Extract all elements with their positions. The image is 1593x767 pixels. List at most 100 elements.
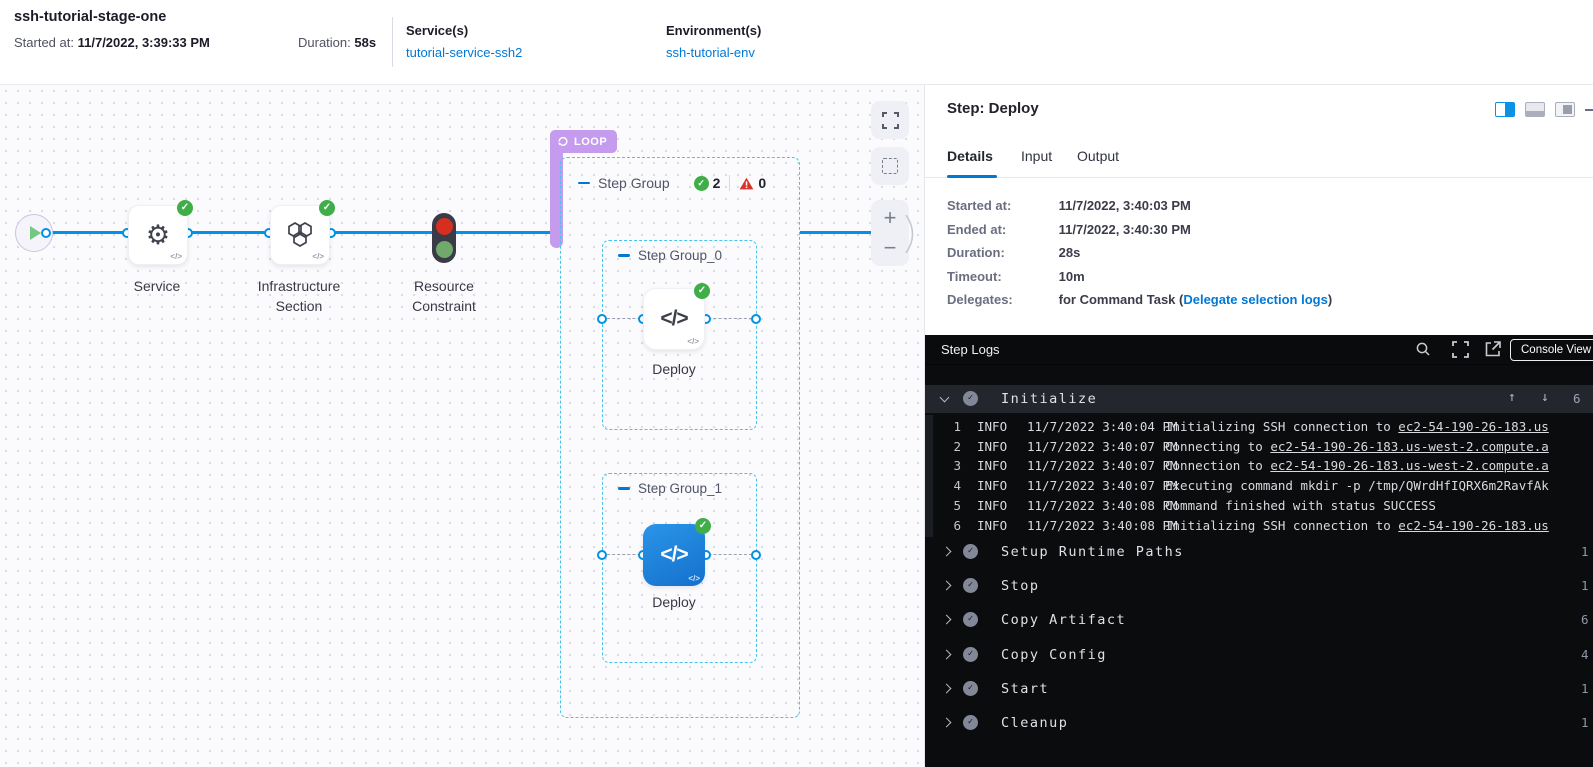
chevron-down-icon [940, 393, 950, 403]
delegate-selection-logs-link[interactable]: Delegate selection logs [1183, 292, 1328, 307]
edge-resource-stepgroup [456, 231, 552, 234]
log-line: 6 INFO 11/7/2022 3:40:08 PM Initializing… [925, 518, 1593, 538]
section-line-count: 1 [1581, 578, 1589, 593]
loop-label: LOOP [574, 136, 607, 148]
node-deploy-0[interactable]: </> </> ✓ [643, 288, 705, 350]
line-timestamp: 11/7/2022 3:40:07 PM [1027, 478, 1178, 493]
code-icon: </> [688, 574, 700, 583]
canvas-fullscreen-button[interactable] [871, 101, 909, 139]
host-link[interactable]: ec2-54-190-26-183.us [1398, 518, 1549, 533]
step-group-1-header[interactable]: Step Group_1 [618, 481, 722, 496]
detail-row: Started at: 11/7/2022, 3:40:03 PM [947, 198, 1191, 213]
log-section-initialize[interactable]: ✓ Initialize ↑ ↓ 6 [925, 385, 1593, 413]
node-infrastructure-label: Infrastructure Section [239, 277, 359, 316]
node-resource-constraint[interactable] [432, 213, 456, 263]
log-search-button[interactable] [1415, 341, 1431, 357]
collapse-icon[interactable] [578, 182, 590, 185]
log-expand-button[interactable] [1452, 341, 1469, 358]
chevron-right-icon [942, 615, 952, 625]
step-group-1-label: Step Group_1 [638, 481, 722, 496]
line-timestamp: 11/7/2022 3:40:07 PM [1027, 439, 1178, 454]
step-group-0-header[interactable]: Step Group_0 [618, 248, 722, 263]
log-section-cleanup[interactable]: ✓ Cleanup 1 [925, 709, 1593, 737]
panel-collapse-handle[interactable] [905, 215, 921, 253]
delegates-prefix: for Command Task ( [1059, 292, 1184, 307]
zoom-in-button[interactable]: + [884, 207, 897, 229]
line-number: 6 [937, 518, 961, 533]
line-level: INFO [977, 439, 1007, 454]
line-number: 3 [937, 458, 961, 473]
zoom-out-button[interactable]: − [884, 237, 897, 259]
failed-count: 0 [758, 175, 766, 191]
log-section-setup-runtime-paths[interactable]: ✓ Setup Runtime Paths 1 [925, 538, 1593, 566]
scroll-down-button[interactable]: ↓ [1541, 390, 1549, 405]
detail-value: 11/7/2022, 3:40:03 PM [1059, 198, 1191, 213]
success-count-icon: ✓ [694, 176, 709, 191]
section-line-count: 1 [1581, 681, 1589, 696]
section-check-icon: ✓ [963, 681, 978, 696]
stage-header: ssh-tutorial-stage-one Started at: 11/7/… [0, 0, 1593, 85]
minimize-icon[interactable] [1585, 109, 1593, 111]
connector-dot[interactable] [751, 314, 761, 324]
section-line-count: 6 [1573, 391, 1581, 406]
service-link[interactable]: tutorial-service-ssh2 [406, 45, 522, 60]
hexagons-icon [285, 221, 315, 249]
tab-output[interactable]: Output [1077, 148, 1119, 164]
step-group-header[interactable]: Step Group ✓ 2 0 [578, 175, 766, 191]
host-link[interactable]: ec2-54-190-26-183.us-west-2.compute.a [1270, 458, 1548, 473]
line-number: 4 [937, 478, 961, 493]
host-link[interactable]: ec2-54-190-26-183.us [1398, 419, 1549, 434]
success-badge-icon: ✓ [177, 200, 193, 216]
collapse-icon[interactable] [618, 487, 630, 490]
step-details-panel: Step: Deploy Details Input Output Starte… [925, 85, 1593, 767]
detail-label: Ended at: [947, 222, 1055, 237]
node-service[interactable]: ⚙ </> ✓ [128, 205, 188, 265]
connector-dot[interactable] [597, 314, 607, 324]
app-window: ssh-tutorial-stage-one Started at: 11/7/… [0, 0, 1593, 767]
log-line: 3 INFO 11/7/2022 3:40:07 PM Connection t… [925, 458, 1593, 478]
layout-split-view-icon[interactable] [1495, 102, 1515, 117]
environments-label: Environment(s) [666, 23, 761, 38]
layout-bottom-view-icon[interactable] [1525, 102, 1545, 117]
line-timestamp: 11/7/2022 3:40:04 PM [1027, 419, 1178, 434]
node-deploy-0-label: Deploy [624, 360, 724, 380]
tab-details[interactable]: Details [947, 148, 993, 164]
line-number: 2 [937, 439, 961, 454]
layout-right-view-icon[interactable] [1555, 102, 1575, 117]
loop-badge[interactable]: LOOP [550, 130, 617, 153]
console-view-button[interactable]: Console View [1510, 339, 1593, 361]
section-name: Setup Runtime Paths [1001, 544, 1184, 560]
line-message: Executing command mkdir -p /tmp/QWrdHfIQ… [1165, 478, 1549, 493]
tab-input[interactable]: Input [1021, 148, 1052, 164]
collapse-icon[interactable] [618, 254, 630, 257]
log-section-copy-config[interactable]: ✓ Copy Config 4 [925, 641, 1593, 669]
log-section-stop[interactable]: ✓ Stop 1 [925, 572, 1593, 600]
log-section-copy-artifact[interactable]: ✓ Copy Artifact 6 [925, 606, 1593, 634]
detail-value: 28s [1059, 245, 1081, 260]
host-link[interactable]: ec2-54-190-26-183.us-west-2.compute.a [1270, 439, 1548, 454]
step-logs-panel: Step Logs [925, 335, 1593, 767]
step-logs-header: Step Logs [925, 335, 1593, 365]
step-group-0-label: Step Group_0 [638, 248, 722, 263]
play-icon [30, 226, 41, 240]
node-infrastructure[interactable]: </> ✓ [270, 205, 330, 265]
scroll-up-button[interactable]: ↑ [1508, 390, 1516, 405]
chevron-right-icon [942, 581, 952, 591]
line-level: INFO [977, 518, 1007, 533]
environment-link[interactable]: ssh-tutorial-env [666, 45, 755, 60]
log-section-start[interactable]: ✓ Start 1 [925, 675, 1593, 703]
detail-label: Timeout: [947, 269, 1055, 284]
node-deploy-1-selected[interactable]: </> </> ✓ [643, 524, 705, 586]
connector-dot[interactable] [41, 228, 51, 238]
pipeline-canvas[interactable]: ⚙ </> ✓ Service </> ✓ Infrastructure Sec… [0, 85, 925, 767]
header-divider [392, 17, 393, 67]
log-open-new-tab-button[interactable] [1485, 341, 1501, 357]
log-line: 1 INFO 11/7/2022 3:40:04 PM Initializing… [925, 419, 1593, 439]
connector-dot[interactable] [597, 550, 607, 560]
step-group-label: Step Group [598, 175, 670, 191]
line-level: INFO [977, 498, 1007, 513]
canvas-select-button[interactable] [871, 147, 909, 185]
success-badge-icon: ✓ [319, 200, 335, 216]
connector-dot[interactable] [751, 550, 761, 560]
started-value: 11/7/2022, 3:39:33 PM [78, 35, 210, 50]
